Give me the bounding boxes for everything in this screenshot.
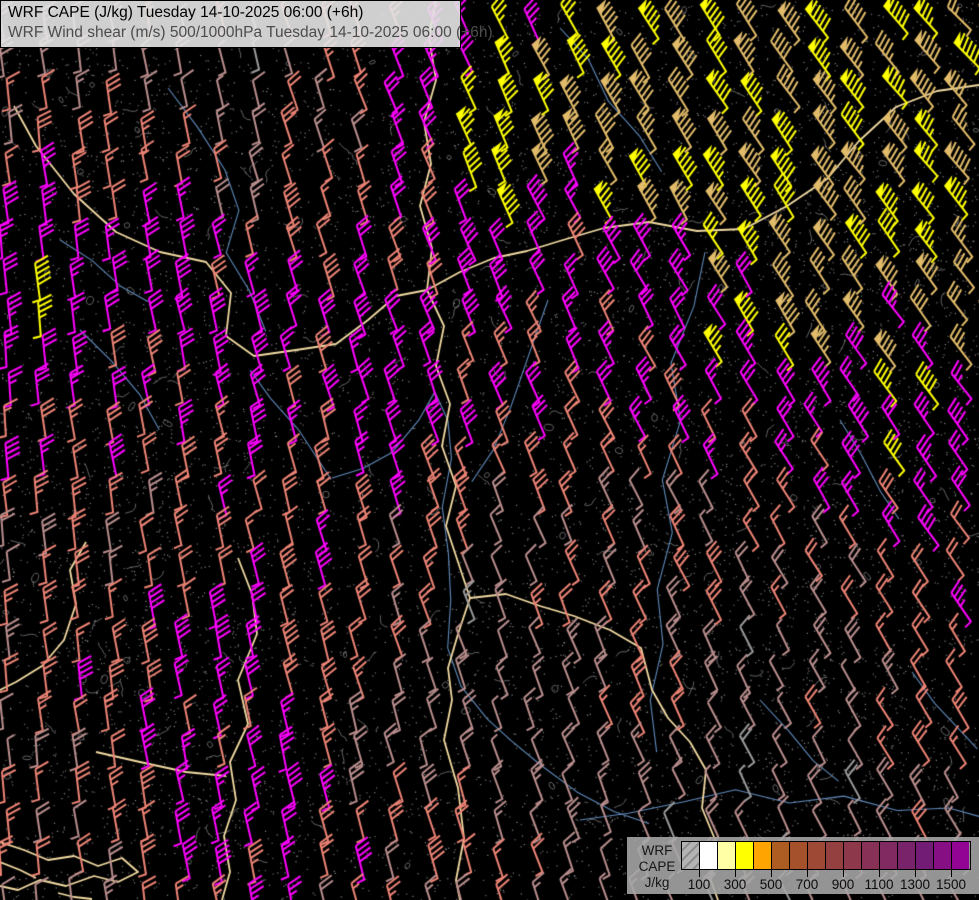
legend-tick-label: 1500 xyxy=(936,877,966,892)
title-cape: WRF CAPE (J/kg) Tuesday 14-10-2025 06:00… xyxy=(8,3,452,23)
legend-tick-label: 900 xyxy=(832,877,855,892)
title-wind-shear: WRF Wind shear (m/s) 500/1000hPa Tuesday… xyxy=(8,23,452,43)
legend-colorbar xyxy=(681,841,971,870)
legend-tick-label: 700 xyxy=(796,877,819,892)
legend-color-cell xyxy=(880,842,898,869)
legend-tick xyxy=(843,870,844,877)
legend-color-cell xyxy=(718,842,736,869)
legend-label-variable: CAPE xyxy=(635,859,679,875)
legend-color-cell xyxy=(862,842,880,869)
map-canvas xyxy=(0,0,979,900)
legend-tick xyxy=(699,870,700,877)
legend-label-units: J/kg xyxy=(635,875,679,891)
legend-color-cell xyxy=(898,842,916,869)
legend-color-cell xyxy=(934,842,952,869)
legend-color-cell xyxy=(952,842,969,869)
legend-tick-label: 300 xyxy=(724,877,747,892)
legend-tick xyxy=(879,870,880,877)
legend-color-cell xyxy=(808,842,826,869)
legend-color-cell xyxy=(826,842,844,869)
legend-color-cell xyxy=(844,842,862,869)
legend-labels: WRF CAPE J/kg xyxy=(635,841,679,891)
legend-tick xyxy=(735,870,736,877)
cape-legend: WRF CAPE J/kg 10030050070090011001300150… xyxy=(627,837,979,894)
legend-label-model: WRF xyxy=(635,843,679,859)
legend-tick-label: 100 xyxy=(688,877,711,892)
legend-color-cell xyxy=(754,842,772,869)
legend-color-cell xyxy=(700,842,718,869)
weather-map-stage: WRF CAPE (J/kg) Tuesday 14-10-2025 06:00… xyxy=(0,0,979,900)
legend-color-cell xyxy=(772,842,790,869)
legend-tick xyxy=(771,870,772,877)
title-box: WRF CAPE (J/kg) Tuesday 14-10-2025 06:00… xyxy=(0,0,461,48)
legend-color-cell xyxy=(916,842,934,869)
legend-tick xyxy=(951,870,952,877)
legend-tick xyxy=(915,870,916,877)
legend-tick-label: 1100 xyxy=(864,877,893,892)
legend-color-cell xyxy=(682,842,700,869)
legend-tick xyxy=(807,870,808,877)
legend-color-cell xyxy=(790,842,808,869)
legend-tick-label: 500 xyxy=(760,877,783,892)
legend-colorbar-wrap: 100300500700900110013001500 xyxy=(681,841,971,870)
legend-color-cell xyxy=(736,842,754,869)
legend-tick-label: 1300 xyxy=(900,877,930,892)
